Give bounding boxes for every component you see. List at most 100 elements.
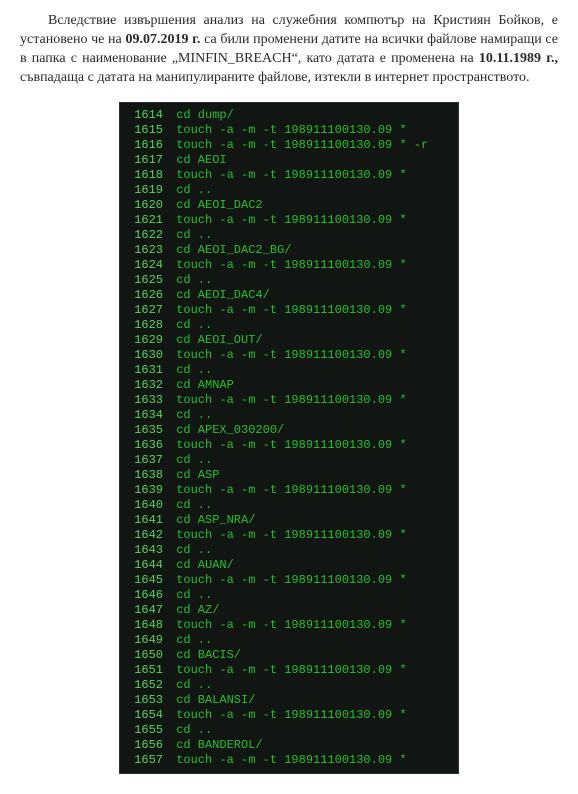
command-text: cd AEOI_DAC4/	[169, 288, 449, 303]
command-text: touch -a -m -t 198911100130.09 *	[169, 753, 449, 768]
command-text: cd ..	[169, 273, 449, 288]
line-number: 1622	[125, 228, 169, 243]
line-number: 1649	[125, 633, 169, 648]
command-text: cd ..	[169, 543, 449, 558]
terminal-row: 1653 cd BALANSI/	[125, 693, 449, 708]
terminal-row: 1622 cd ..	[125, 228, 449, 243]
command-text: touch -a -m -t 198911100130.09 *	[169, 393, 449, 408]
line-number: 1615	[125, 123, 169, 138]
command-text: touch -a -m -t 198911100130.09 *	[169, 348, 449, 363]
terminal-row: 1654 touch -a -m -t 198911100130.09 *	[125, 708, 449, 723]
terminal-row: 1632 cd AMNAP	[125, 378, 449, 393]
document-page: Вследствие извършения анализ на служебни…	[0, 0, 578, 794]
line-number: 1627	[125, 303, 169, 318]
para-date-2: 10.11.1989 г.,	[479, 51, 558, 66]
command-text: cd ..	[169, 723, 449, 738]
command-text: cd ..	[169, 588, 449, 603]
terminal-row: 1646 cd ..	[125, 588, 449, 603]
line-number: 1626	[125, 288, 169, 303]
command-text: touch -a -m -t 198911100130.09 *	[169, 528, 449, 543]
terminal-row: 1644 cd AUAN/	[125, 558, 449, 573]
command-text: cd ..	[169, 363, 449, 378]
line-number: 1647	[125, 603, 169, 618]
terminal-row: 1647 cd AZ/	[125, 603, 449, 618]
terminal-row: 1623 cd AEOI_DAC2_BG/	[125, 243, 449, 258]
line-number: 1655	[125, 723, 169, 738]
terminal-row: 1618 touch -a -m -t 198911100130.09 *	[125, 168, 449, 183]
command-text: touch -a -m -t 198911100130.09 *	[169, 618, 449, 633]
line-number: 1614	[125, 108, 169, 123]
command-text: cd AEOI_OUT/	[169, 333, 449, 348]
line-number: 1632	[125, 378, 169, 393]
line-number: 1638	[125, 468, 169, 483]
line-number: 1617	[125, 153, 169, 168]
line-number: 1646	[125, 588, 169, 603]
terminal-row: 1642 touch -a -m -t 198911100130.09 *	[125, 528, 449, 543]
line-number: 1630	[125, 348, 169, 363]
para-text-3: съвпадаща с датата на манипулираните фай…	[20, 70, 530, 85]
command-text: cd BALANSI/	[169, 693, 449, 708]
terminal-row: 1656 cd BANDEROL/	[125, 738, 449, 753]
command-text: cd ..	[169, 498, 449, 513]
command-text: cd AUAN/	[169, 558, 449, 573]
command-text: touch -a -m -t 198911100130.09 *	[169, 573, 449, 588]
command-text: touch -a -m -t 198911100130.09 * -r	[169, 138, 449, 153]
line-number: 1656	[125, 738, 169, 753]
terminal-row: 1657 touch -a -m -t 198911100130.09 *	[125, 753, 449, 768]
line-number: 1624	[125, 258, 169, 273]
line-number: 1628	[125, 318, 169, 333]
terminal-row: 1641 cd ASP_NRA/	[125, 513, 449, 528]
terminal-output: 1614 cd dump/1615 touch -a -m -t 1989111…	[119, 102, 459, 774]
command-text: cd ..	[169, 318, 449, 333]
command-text: touch -a -m -t 198911100130.09 *	[169, 708, 449, 723]
para-date-1: 09.07.2019 г.	[125, 32, 200, 47]
terminal-row: 1645 touch -a -m -t 198911100130.09 *	[125, 573, 449, 588]
terminal-row: 1626 cd AEOI_DAC4/	[125, 288, 449, 303]
terminal-row: 1635 cd APEX_030200/	[125, 423, 449, 438]
terminal-row: 1637 cd ..	[125, 453, 449, 468]
terminal-row: 1633 touch -a -m -t 198911100130.09 *	[125, 393, 449, 408]
body-paragraph: Вследствие извършения анализ на служебни…	[20, 12, 558, 88]
terminal-row: 1631 cd ..	[125, 363, 449, 378]
line-number: 1633	[125, 393, 169, 408]
command-text: cd AEOI_DAC2_BG/	[169, 243, 449, 258]
command-text: cd ..	[169, 633, 449, 648]
terminal-row: 1650 cd BACIS/	[125, 648, 449, 663]
line-number: 1645	[125, 573, 169, 588]
command-text: touch -a -m -t 198911100130.09 *	[169, 483, 449, 498]
line-number: 1648	[125, 618, 169, 633]
terminal-row: 1640 cd ..	[125, 498, 449, 513]
terminal-row: 1655 cd ..	[125, 723, 449, 738]
terminal-row: 1628 cd ..	[125, 318, 449, 333]
command-text: cd ..	[169, 678, 449, 693]
terminal-row: 1614 cd dump/	[125, 108, 449, 123]
terminal-row: 1624 touch -a -m -t 198911100130.09 *	[125, 258, 449, 273]
line-number: 1618	[125, 168, 169, 183]
command-text: cd ..	[169, 183, 449, 198]
terminal-row: 1649 cd ..	[125, 633, 449, 648]
command-text: touch -a -m -t 198911100130.09 *	[169, 213, 449, 228]
terminal-row: 1621 touch -a -m -t 198911100130.09 *	[125, 213, 449, 228]
terminal-row: 1616 touch -a -m -t 198911100130.09 * -r	[125, 138, 449, 153]
terminal-row: 1643 cd ..	[125, 543, 449, 558]
terminal-row: 1634 cd ..	[125, 408, 449, 423]
command-text: touch -a -m -t 198911100130.09 *	[169, 663, 449, 678]
line-number: 1620	[125, 198, 169, 213]
terminal-row: 1651 touch -a -m -t 198911100130.09 *	[125, 663, 449, 678]
terminal-row: 1630 touch -a -m -t 198911100130.09 *	[125, 348, 449, 363]
line-number: 1653	[125, 693, 169, 708]
command-text: cd AEOI_DAC2	[169, 198, 449, 213]
line-number: 1654	[125, 708, 169, 723]
terminal-row: 1625 cd ..	[125, 273, 449, 288]
command-text: cd ..	[169, 228, 449, 243]
line-number: 1639	[125, 483, 169, 498]
command-text: touch -a -m -t 198911100130.09 *	[169, 168, 449, 183]
line-number: 1634	[125, 408, 169, 423]
line-number: 1642	[125, 528, 169, 543]
terminal-row: 1636 touch -a -m -t 198911100130.09 *	[125, 438, 449, 453]
terminal-container: 1614 cd dump/1615 touch -a -m -t 1989111…	[20, 102, 558, 774]
command-text: cd BACIS/	[169, 648, 449, 663]
command-text: touch -a -m -t 198911100130.09 *	[169, 438, 449, 453]
command-text: cd ..	[169, 408, 449, 423]
line-number: 1644	[125, 558, 169, 573]
